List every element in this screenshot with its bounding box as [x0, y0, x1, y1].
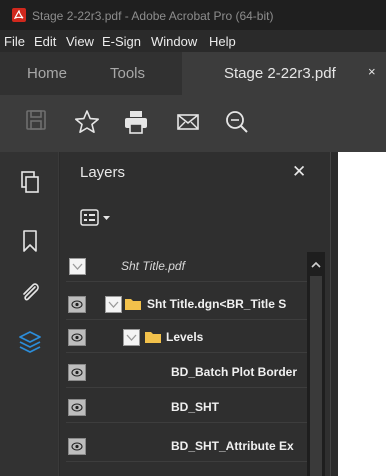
tab-home[interactable]: Home [27, 65, 67, 82]
scrollbar-thumb[interactable] [310, 276, 322, 476]
mail-icon[interactable] [175, 109, 201, 135]
layer-row[interactable]: BD_SHT [66, 393, 312, 423]
panel-title: Layers [80, 164, 126, 181]
document-page[interactable] [338, 152, 386, 476]
navigation-pane [0, 152, 59, 476]
scroll-up-icon[interactable] [310, 258, 322, 270]
eye-icon[interactable] [68, 399, 86, 416]
menu-view[interactable]: View [66, 34, 94, 49]
tab-document-label: Stage 2-22r3.pdf [224, 65, 336, 82]
tab-close-icon[interactable]: × [368, 64, 376, 79]
title-bar: Stage 2-22r3.pdf - Adobe Acrobat Pro (64… [0, 0, 386, 30]
print-icon[interactable] [123, 109, 149, 135]
document-view[interactable] [338, 152, 386, 476]
menu-edit[interactable]: Edit [34, 34, 56, 49]
attachment-icon[interactable] [18, 280, 42, 304]
tab-bar: Home Tools Stage 2-22r3.pdf × [0, 52, 386, 95]
menu-esign[interactable]: E-Sign [102, 34, 141, 49]
layer-expand-checkbox[interactable] [123, 329, 140, 346]
layer-checkbox[interactable] [69, 258, 86, 275]
layer-label: BD_SHT [171, 400, 220, 414]
layer-row[interactable]: Sht Title.dgn<BR_Title S [66, 290, 312, 320]
menu-file[interactable]: File [4, 34, 25, 49]
toolbar [0, 95, 386, 152]
eye-icon[interactable] [68, 296, 86, 313]
menu-bar: File Edit View E-Sign Window Help [0, 30, 386, 52]
star-icon[interactable] [74, 109, 100, 135]
page-thumbnails-icon[interactable] [18, 170, 42, 194]
eye-icon[interactable] [68, 329, 86, 346]
layer-row[interactable]: Levels [66, 323, 312, 353]
folder-icon [124, 297, 142, 311]
window-title: Stage 2-22r3.pdf - Adobe Acrobat Pro (64… [32, 9, 274, 23]
eye-icon[interactable] [68, 364, 86, 381]
layer-row[interactable]: BD_SHT_Attribute Ex [66, 432, 312, 462]
menu-window[interactable]: Window [151, 34, 197, 49]
menu-help[interactable]: Help [209, 34, 236, 49]
save-icon[interactable] [25, 109, 51, 135]
acrobat-logo-icon [12, 8, 26, 22]
layer-label: BD_Batch Plot Border [171, 365, 298, 379]
layer-label: BD_SHT_Attribute Ex [171, 439, 294, 453]
layer-label: Levels [166, 330, 204, 344]
tab-tools[interactable]: Tools [110, 65, 145, 82]
layer-row[interactable]: Sht Title.pdf [66, 252, 312, 282]
panel-close-icon[interactable]: ✕ [292, 162, 306, 182]
layers-options-button[interactable] [80, 208, 120, 228]
layer-expand-checkbox[interactable] [105, 296, 122, 313]
zoom-icon[interactable] [224, 109, 250, 135]
pane-splitter[interactable] [330, 152, 338, 476]
folder-icon [144, 330, 162, 344]
layers-icon[interactable] [18, 330, 42, 354]
eye-icon[interactable] [68, 438, 86, 455]
layer-label: Sht Title.pdf [121, 259, 185, 273]
layer-row[interactable]: BD_Batch Plot Border [66, 358, 312, 388]
layers-tree: Sht Title.pdf Sht Title.dgn<BR_Title S L… [66, 252, 312, 476]
bookmark-icon[interactable] [18, 229, 42, 253]
layer-label: Sht Title.dgn<BR_Title S [147, 297, 287, 311]
layers-scrollbar[interactable] [307, 252, 325, 476]
tab-document[interactable]: Stage 2-22r3.pdf × [182, 52, 386, 95]
